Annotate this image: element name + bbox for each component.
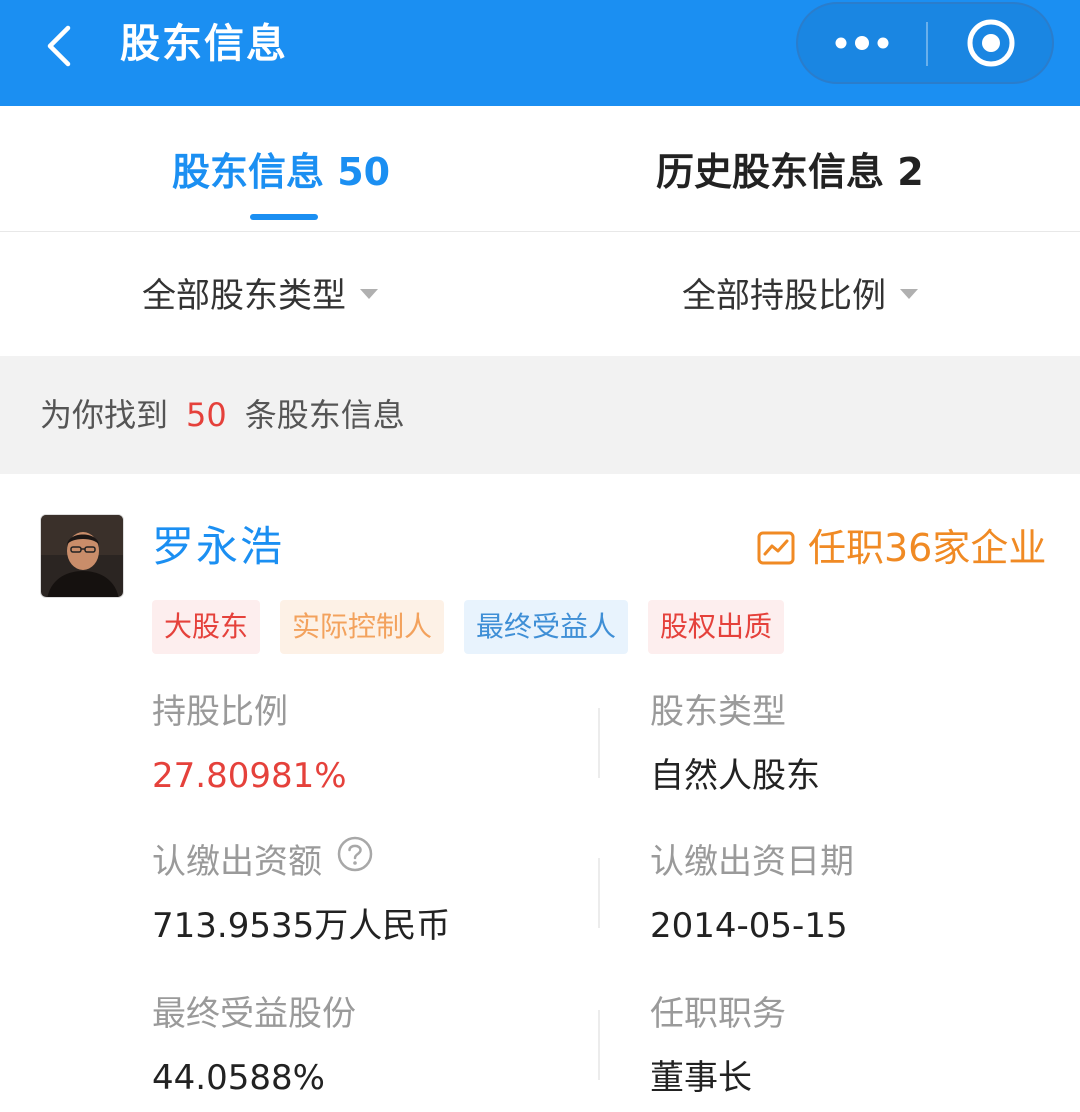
caret-down-icon [900,288,918,299]
column-divider [598,858,600,928]
result-text: 为你找到 50 条股东信息 [40,392,405,438]
more-button[interactable] [798,4,926,82]
close-button[interactable] [928,4,1054,82]
tag-major-shareholder: 大股东 [152,600,261,654]
back-button[interactable] [40,22,80,70]
holding-ratio-value: 27.80981% [152,756,347,796]
top-bar: 股东信息 [0,0,1080,106]
tag-equity-pledge: 股权出质 [648,600,785,654]
holder-type-value: 自然人股东 [650,756,820,796]
page-title: 股东信息 [120,21,288,67]
tag-list: 大股东 实际控制人 最终受益人 股权出质 [152,600,785,654]
positions-link[interactable]: 任职36家企业 [756,522,1046,574]
shareholder-name[interactable]: 罗永浩 [152,518,284,576]
result-summary: 为你找到 50 条股东信息 [0,356,1080,474]
question-circle-icon[interactable] [336,835,374,886]
caret-down-icon [360,288,378,299]
filter-shareholder-type[interactable]: 全部股东类型 [142,272,378,320]
tab-shareholder-info[interactable]: 股东信息 50 [172,146,390,198]
mini-program-capsule [796,2,1054,84]
avatar-photo [41,515,123,597]
position-label: 任职职务 [650,994,786,1034]
subscribed-date-value: 2014-05-15 [650,906,848,946]
tag-actual-controller: 实际控制人 [280,600,445,654]
filter-holding-ratio[interactable]: 全部持股比例 [682,272,918,320]
filter-label: 全部持股比例 [682,276,886,316]
positions-link-label: 任职36家企业 [808,526,1047,570]
column-divider [598,1010,600,1080]
result-suffix: 条股东信息 [244,396,405,434]
avatar[interactable] [40,514,124,598]
active-tab-indicator [250,214,318,220]
holder-type-label: 股东类型 [650,692,786,732]
result-count: 50 [186,396,227,434]
beneficial-shares-value: 44.0588% [152,1058,325,1098]
beneficial-shares-label: 最终受益股份 [152,994,356,1034]
tag-ultimate-beneficiary: 最终受益人 [464,600,629,654]
filter-label: 全部股东类型 [142,276,346,316]
more-dots-icon [835,36,889,50]
holding-ratio-label: 持股比例 [152,692,288,732]
filter-bar: 全部股东类型 全部持股比例 [0,232,1080,356]
subscribed-amount-value: 713.9535万人民币 [152,906,451,946]
subscribed-date-label: 认缴出资日期 [650,842,854,882]
shareholder-card[interactable]: 罗永浩 任职36家企业 大股东 实际控制人 最终受益人 股权出质 持股比例 27… [0,474,1080,1112]
chevron-left-icon [47,25,71,67]
tab-history-shareholder-info[interactable]: 历史股东信息 2 [656,146,924,198]
trend-chart-icon [757,531,795,565]
column-divider [598,708,600,778]
subscribed-amount-label: 认缴出资额 [152,842,322,882]
position-value: 董事长 [650,1058,752,1098]
result-prefix: 为你找到 [40,396,169,434]
subscribed-amount-label-row: 认缴出资额 [152,835,374,889]
target-circle-icon [967,19,1015,67]
tab-bar: 股东信息 50 历史股东信息 2 [0,106,1080,232]
